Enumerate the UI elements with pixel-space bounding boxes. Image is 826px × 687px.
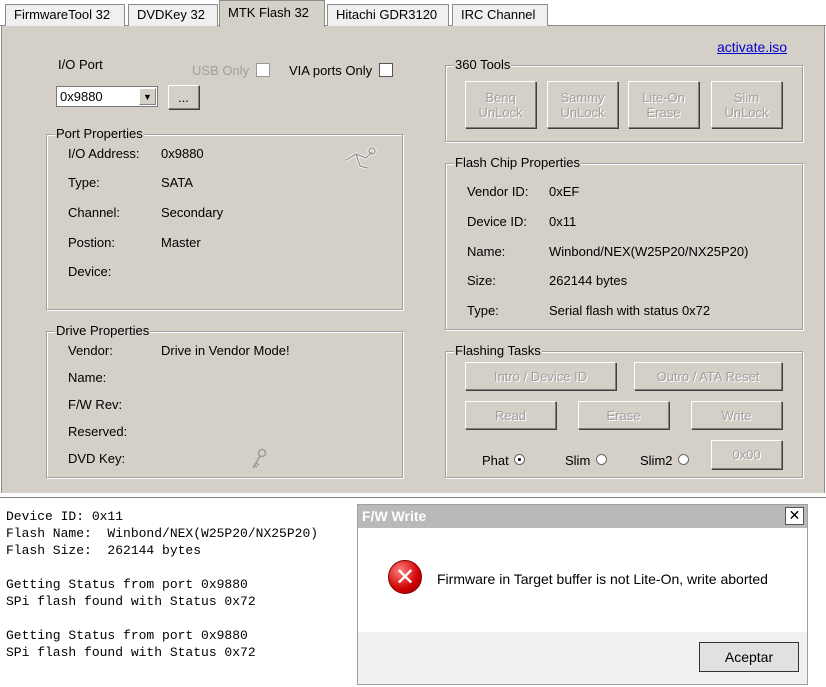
device-id-value: 0x11 bbox=[549, 214, 577, 229]
tab-strip: FirmwareTool 32 DVDKey 32 MTK Flash 32 H… bbox=[0, 0, 826, 27]
flash-chip-title: Flash Chip Properties bbox=[454, 155, 581, 171]
liteon-erase-button[interactable]: Lite-On Erase bbox=[628, 81, 699, 128]
channel-value: Secondary bbox=[161, 205, 224, 220]
hex-00-button[interactable]: 0x00 bbox=[711, 440, 782, 469]
radio-slim-label: Slim bbox=[565, 453, 591, 468]
via-only-label: VIA ports Only bbox=[289, 63, 373, 78]
position-value: Master bbox=[161, 235, 201, 250]
key-icon bbox=[252, 448, 267, 469]
chip-type-label: Type: bbox=[467, 303, 499, 318]
fw-rev-label: F/W Rev: bbox=[68, 397, 123, 412]
tab-irc-channel[interactable]: IRC Channel bbox=[452, 4, 548, 26]
accept-button[interactable]: Aceptar bbox=[699, 642, 799, 672]
radio-slim[interactable] bbox=[596, 454, 607, 465]
sammy-unlock-button[interactable]: Sammy UnLock bbox=[547, 81, 618, 128]
fw-write-dialog: F/W Write ✕ ✕ Firmware in Target buffer … bbox=[357, 504, 808, 685]
io-port-value: 0x9880 bbox=[60, 89, 103, 104]
size-label: Size: bbox=[467, 273, 496, 288]
drive-properties-title: Drive Properties bbox=[55, 323, 151, 339]
write-button[interactable]: Write bbox=[691, 401, 782, 429]
button-line: UnLock bbox=[560, 104, 605, 120]
type-label: Type: bbox=[68, 175, 100, 190]
size-value: 262144 bytes bbox=[549, 273, 628, 288]
dialog-message: Firmware in Target buffer is not Lite-On… bbox=[437, 571, 768, 587]
dialog-footer: Aceptar bbox=[358, 632, 807, 684]
vendor-label: Vendor: bbox=[68, 343, 113, 358]
slim-unlock-button[interactable]: Slim UnLock bbox=[711, 81, 782, 128]
tab-mtk-flash[interactable]: MTK Flash 32 bbox=[219, 0, 325, 27]
tab-firmwaretool[interactable]: FirmwareTool 32 bbox=[5, 4, 125, 26]
io-port-label: I/O Port bbox=[58, 57, 103, 72]
usb-only-label: USB Only bbox=[192, 63, 250, 78]
button-line: Slim bbox=[733, 89, 760, 105]
reserved-label: Reserved: bbox=[68, 424, 128, 439]
io-address-value: 0x9880 bbox=[161, 146, 204, 161]
read-button[interactable]: Read bbox=[465, 401, 556, 429]
button-line: Sammy bbox=[560, 89, 605, 105]
tools-360-title: 360 Tools bbox=[454, 57, 512, 73]
chevron-down-icon[interactable]: ▼ bbox=[139, 88, 156, 105]
button-line: Lite-On bbox=[642, 89, 685, 105]
chip-type-value: Serial flash with status 0x72 bbox=[549, 303, 711, 318]
usb-plug-icon bbox=[345, 146, 377, 170]
benq-unlock-button[interactable]: Benq UnLock bbox=[465, 81, 536, 128]
port-properties-title: Port Properties bbox=[55, 126, 144, 142]
error-icon: ✕ bbox=[388, 560, 422, 594]
chip-name-label: Name: bbox=[467, 244, 506, 259]
vendor-id-label: Vendor ID: bbox=[467, 184, 529, 199]
tab-hitachi[interactable]: Hitachi GDR3120 bbox=[327, 4, 449, 26]
radio-slim2-label: Slim2 bbox=[640, 453, 673, 468]
drive-name-label: Name: bbox=[68, 370, 107, 385]
io-port-select[interactable]: 0x9880 ▼ bbox=[56, 86, 158, 107]
button-line: UnLock bbox=[724, 104, 769, 120]
outro-ata-reset-button[interactable]: Outro / ATA Reset bbox=[634, 362, 782, 390]
intro-device-id-button[interactable]: Intro / Device ID bbox=[465, 362, 616, 390]
close-icon[interactable]: ✕ bbox=[785, 507, 804, 525]
chip-name-value: Winbond/NEX(W25P20/NX25P20) bbox=[549, 244, 749, 259]
radio-phat[interactable] bbox=[514, 454, 525, 465]
via-only-checkbox[interactable] bbox=[379, 63, 393, 77]
radio-slim2[interactable] bbox=[678, 454, 689, 465]
device-id-label: Device ID: bbox=[467, 214, 527, 229]
channel-label: Channel: bbox=[68, 205, 121, 220]
button-line: UnLock bbox=[478, 104, 523, 120]
radio-phat-label: Phat bbox=[482, 453, 509, 468]
flashing-tasks-title: Flashing Tasks bbox=[454, 343, 542, 359]
erase-button[interactable]: Erase bbox=[578, 401, 669, 429]
browse-button[interactable]: ... bbox=[168, 85, 199, 109]
device-label: Device: bbox=[68, 264, 112, 279]
usb-only-checkbox[interactable] bbox=[256, 63, 270, 77]
activate-link[interactable]: activate.iso bbox=[717, 39, 787, 55]
vendor-value: Drive in Vendor Mode! bbox=[161, 343, 290, 358]
dialog-title: F/W Write bbox=[358, 505, 807, 528]
tab-dvdkey[interactable]: DVDKey 32 bbox=[128, 4, 218, 26]
io-address-label: I/O Address: bbox=[68, 146, 140, 161]
button-line: Benq bbox=[485, 89, 516, 105]
position-label: Postion: bbox=[68, 235, 115, 250]
vendor-id-value: 0xEF bbox=[549, 184, 580, 199]
dialog-body: ✕ Firmware in Target buffer is not Lite-… bbox=[358, 528, 807, 632]
button-line: Erase bbox=[646, 104, 681, 120]
dvd-key-label: DVD Key: bbox=[68, 451, 126, 466]
type-value: SATA bbox=[161, 175, 194, 190]
